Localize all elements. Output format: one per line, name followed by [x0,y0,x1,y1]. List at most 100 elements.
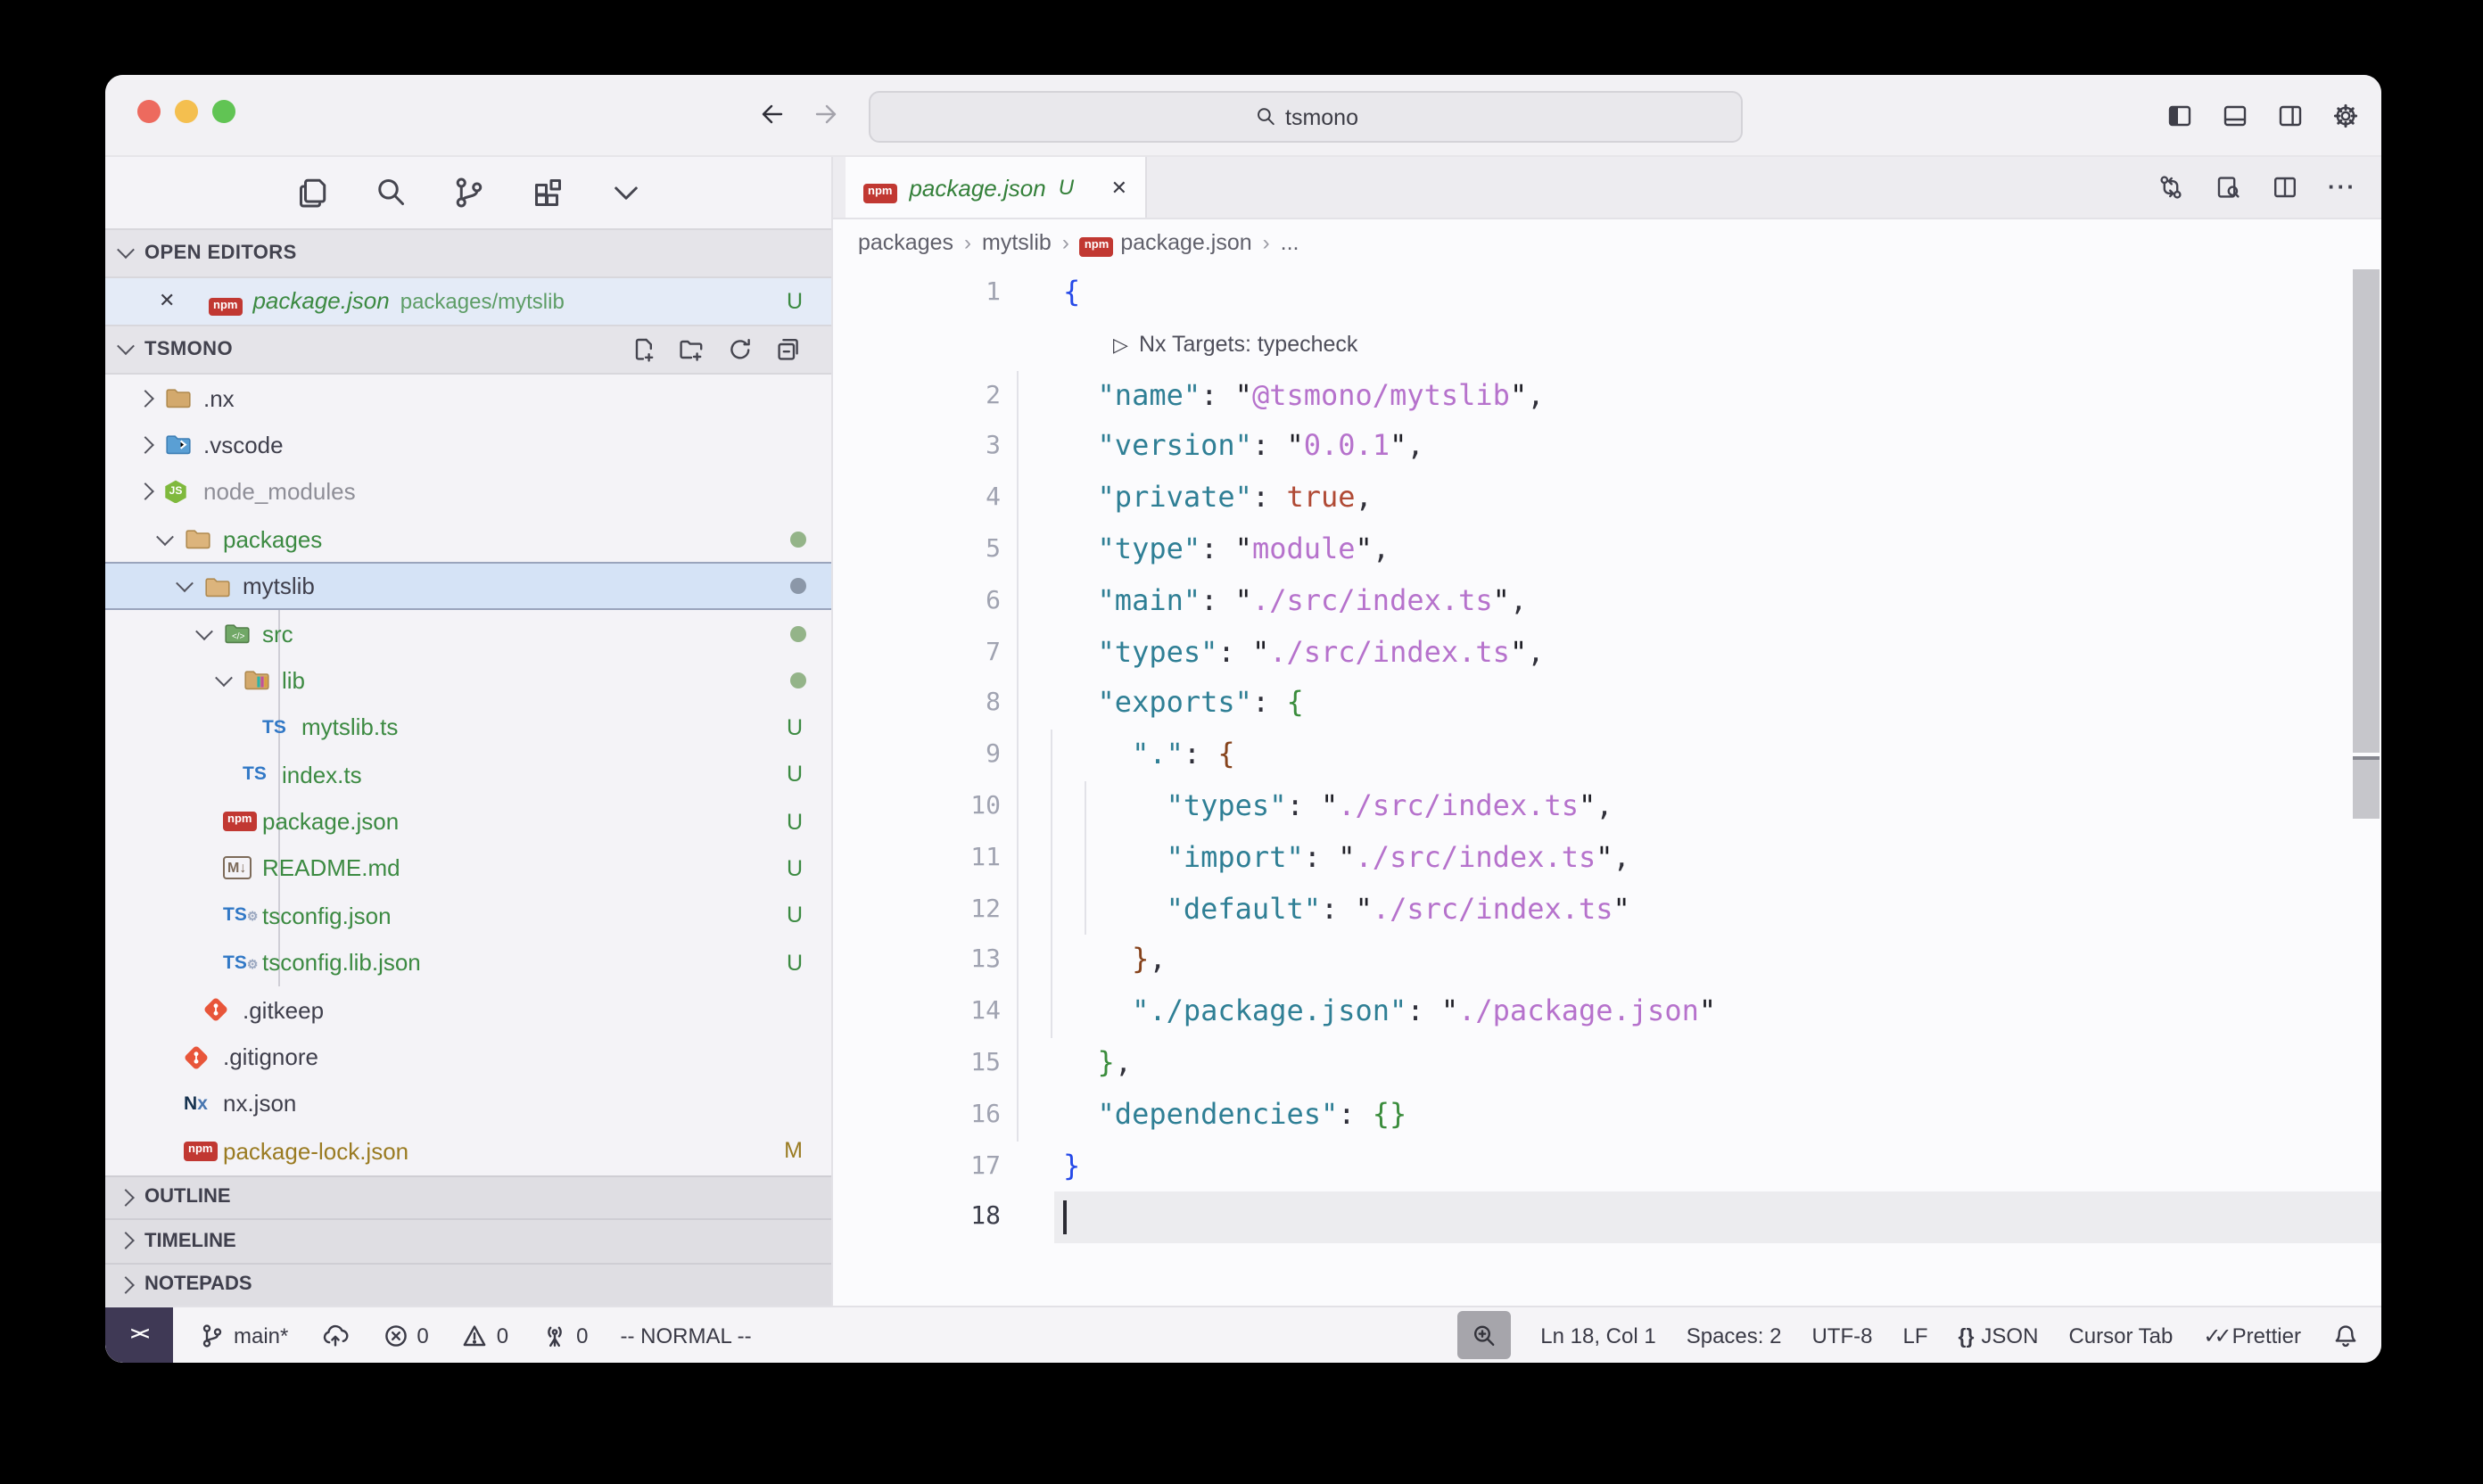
split-editor-icon[interactable] [2271,173,2299,202]
toggle-primary-sidebar-icon[interactable] [2165,101,2194,129]
open-editors-header[interactable]: OPEN EDITORS [105,228,831,278]
scrollbar-slider[interactable] [2353,760,2380,819]
breadcrumb-item-package-json[interactable]: npmpackage.json [1080,229,1252,257]
gutter-pad [833,268,887,319]
codelens[interactable]: ▷Nx Targets: typecheck [1054,319,2381,371]
code-line: 5 "type": "module", [833,524,2381,576]
gutter-pad [833,1038,887,1090]
tree-item-mytslib-ts[interactable]: TSmytslib.tsU [105,704,831,751]
folder-open-icon [203,572,232,600]
sidebar-section-outline[interactable]: OUTLINE [105,1175,831,1218]
ts-gear-icon: TS⚙ [223,952,258,973]
ports[interactable]: 0 [540,1321,588,1349]
open-preview-icon[interactable] [2214,173,2242,202]
code-line-text: "main": "./src/index.ts", [1054,576,2381,628]
more-views-icon[interactable] [607,175,643,210]
new-file-icon[interactable] [630,335,658,364]
chevron-right-icon [132,486,157,499]
extensions-icon[interactable] [529,175,565,210]
tree-item--vscode[interactable]: .vscode [105,422,831,469]
sidebar-section-notepads[interactable]: NOTEPADS [105,1262,831,1306]
git-branch[interactable]: main* [198,1321,288,1349]
tab-close-icon[interactable]: ✕ [1111,176,1127,199]
code-editor[interactable]: 1{▷Nx Targets: typecheck2 "name": "@tsmo… [833,266,2381,1306]
gutter-pad [833,884,887,936]
breadcrumb-item-packages[interactable]: packages [858,230,953,255]
indentation[interactable]: Spaces: 2 [1687,1323,1782,1348]
toggle-panel-icon[interactable] [2221,101,2249,129]
tree-item-mytslib[interactable]: mytslib [105,563,831,610]
tree-item-nx-json[interactable]: Nxnx.json [105,1080,831,1127]
open-editor-item[interactable]: ✕ npm package.json packages/mytslib U [105,278,831,325]
breadcrumb-item--[interactable]: ... [1281,230,1299,255]
tab-package-json[interactable]: npm package.json U ✕ [846,157,1147,218]
cursor-position[interactable]: Ln 18, Col 1 [1540,1323,1655,1348]
tree-item-label: node_modules [203,479,356,506]
status-text: LF [1902,1323,1927,1348]
cursor-tab[interactable]: Cursor Tab [2068,1323,2173,1348]
ts-icon: TS [262,717,286,738]
workspace-header[interactable]: TSMONO [105,325,831,375]
tree-item--gitkeep[interactable]: .gitkeep [105,986,831,1034]
zoom-indicator[interactable] [1456,1311,1510,1359]
tree-item-src[interactable]: </>src [105,610,831,657]
vim-mode[interactable]: -- NORMAL -- [621,1323,752,1348]
notifications[interactable] [2331,1321,2360,1349]
code-line-text: } [1054,1141,2381,1192]
main-content: OPEN EDITORS ✕ npm package.json packages… [105,157,2381,1306]
code-line-text: "dependencies": {} [1054,1090,2381,1142]
compare-changes-icon[interactable] [2157,173,2185,202]
code-line: 12 "default": "./src/index.ts" [833,884,2381,936]
publish-changes[interactable] [320,1321,349,1349]
collapse-all-icon[interactable] [774,335,803,364]
refresh-icon[interactable] [726,335,755,364]
codelens-row: ▷Nx Targets: typecheck [833,319,2381,371]
tree-item-readme-md[interactable]: M↓README.mdU [105,845,831,893]
explorer-icon[interactable] [293,175,329,210]
tree-item--gitignore[interactable]: .gitignore [105,1034,831,1081]
search-icon[interactable] [372,175,408,210]
settings-gear-icon[interactable] [2331,101,2360,129]
tree-item-package-json[interactable]: npmpackage.jsonU [105,798,831,845]
git-status-dot [790,531,806,547]
tree-item--nx[interactable]: .nx [105,375,831,422]
tree-item-tsconfig-lib-json[interactable]: TS⚙tsconfig.lib.jsonU [105,939,831,986]
remote-indicator[interactable]: >< [105,1307,173,1363]
line-number: 7 [887,627,1001,679]
tree-item-node-modules[interactable]: JSnode_modules [105,468,831,515]
open-editors-label: OPEN EDITORS [144,243,297,264]
tree-item-label: .gitignore [223,1043,318,1070]
sidebar-section-timeline[interactable]: TIMELINE [105,1218,831,1262]
breadcrumb-label: package.json [1120,230,1251,255]
zoom-window-button[interactable] [212,100,235,123]
tree-item-package-lock-json[interactable]: npmpackage-lock.jsonM [105,1127,831,1175]
warnings[interactable]: 0 [461,1321,508,1349]
toggle-secondary-sidebar-icon[interactable] [2276,101,2305,129]
encoding[interactable]: UTF-8 [1811,1323,1872,1348]
command-center-search[interactable]: tsmono [869,91,1743,143]
more-actions-icon[interactable]: ··· [2328,171,2356,203]
tree-item-packages[interactable]: packages [105,515,831,563]
close-window-button[interactable] [137,100,161,123]
nav-back-icon[interactable] [758,100,787,128]
gutter-pad [833,473,887,524]
language-mode[interactable]: {}JSON [1959,1323,2039,1348]
source-control-icon[interactable] [450,175,486,210]
nav-forward-icon[interactable] [812,100,840,128]
formatter[interactable]: ✓✓Prettier [2203,1323,2301,1348]
tree-item-tsconfig-json[interactable]: TS⚙tsconfig.jsonU [105,892,831,939]
tree-item-index-ts[interactable]: TSindex.tsU [105,751,831,798]
minimize-window-button[interactable] [175,100,198,123]
errors[interactable]: 0 [381,1321,428,1349]
eol[interactable]: LF [1902,1323,1927,1348]
chevron-down-icon [117,338,135,356]
breadcrumb-item-mytslib[interactable]: mytslib [982,230,1052,255]
breadcrumb-separator: › [1263,230,1270,255]
screen: tsmono OPEN EDITORS ✕ npm pack [0,0,2483,1484]
line-number: 4 [887,473,1001,524]
close-editor-icon[interactable]: ✕ [159,290,175,313]
new-folder-icon[interactable] [678,335,706,364]
tree-item-lib[interactable]: lib [105,656,831,704]
scrollbar-slider[interactable] [2353,269,2380,753]
gutter-pad [833,833,887,885]
